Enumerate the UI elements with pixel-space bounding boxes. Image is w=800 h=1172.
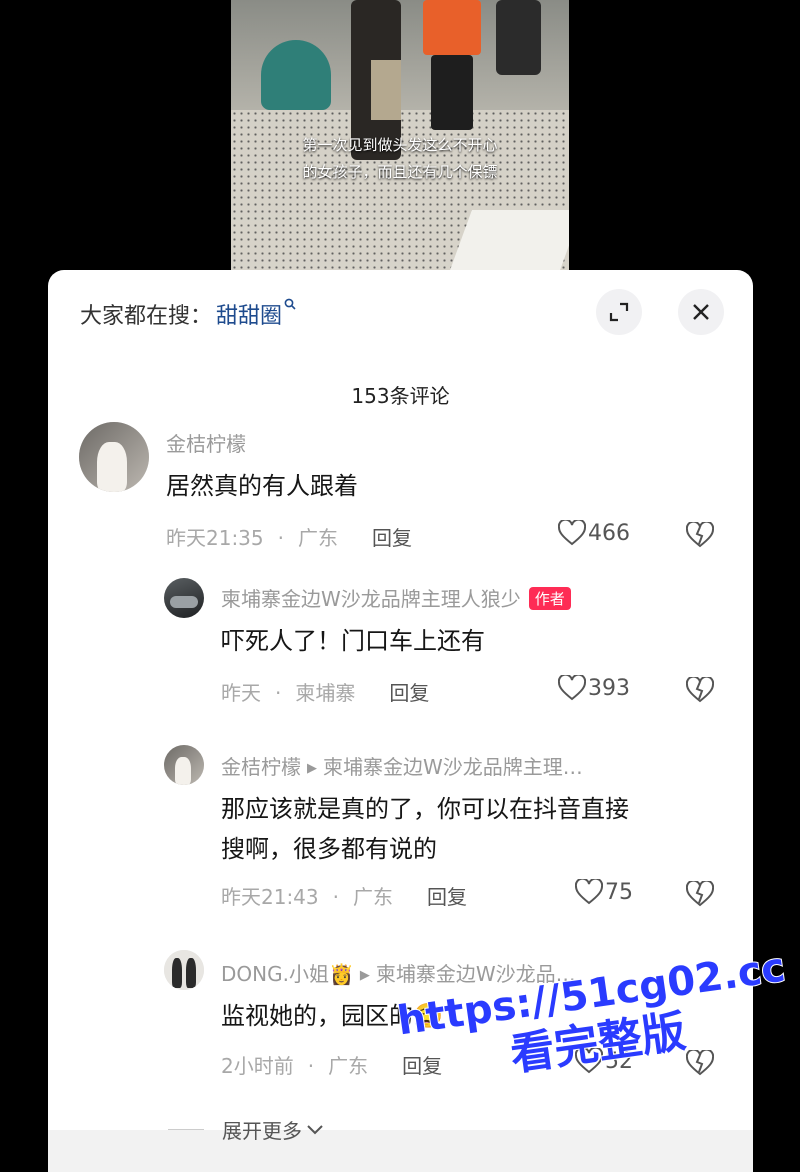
- reply-button[interactable]: 回复: [427, 885, 467, 909]
- comment-text: 吓死人了！门口车上还有: [221, 627, 485, 655]
- comment-time: 2小时前: [221, 1054, 294, 1078]
- author-name: DONG.小姐👸: [221, 962, 354, 986]
- dislike-button[interactable]: [685, 520, 715, 552]
- close-button[interactable]: [678, 289, 724, 335]
- search-icon: [284, 298, 296, 314]
- search-prefix: 大家都在搜：: [80, 304, 213, 329]
- heart-icon: [575, 879, 603, 905]
- comment-text-line: 那应该就是真的了，你可以在抖音直接: [221, 795, 629, 823]
- video-chair: [261, 40, 331, 110]
- comment-time: 昨天21:43: [221, 885, 319, 909]
- video-player[interactable]: 第一次见到做头发这么不开心 的女孩子，而且还有几个保镖: [231, 0, 569, 275]
- broken-heart-icon: [685, 520, 715, 548]
- video-person-vest: [423, 0, 481, 55]
- heart-icon: [558, 520, 586, 546]
- like-button[interactable]: 75: [575, 879, 633, 905]
- comment-meta: 昨天 · 柬埔寨 回复: [221, 681, 430, 705]
- comment-text: 那应该就是真的了，你可以在抖音直接 搜啊，很多都有说的: [221, 789, 629, 869]
- avatar[interactable]: [164, 578, 204, 618]
- reply-item: 柬埔寨金边W沙龙品牌主理人狼少 作者 吓死人了！门口车上还有 昨天 · 柬埔寨 回复 3…: [48, 575, 753, 715]
- comment-text-line: 搜啊，很多都有说的: [221, 835, 437, 863]
- search-suggestion[interactable]: 大家都在搜： 甜甜圈: [80, 296, 296, 332]
- like-count: 393: [588, 675, 630, 701]
- heart-icon: [558, 675, 586, 701]
- dislike-button[interactable]: [685, 675, 715, 707]
- broken-heart-icon: [685, 879, 715, 907]
- comment-location: 广东: [298, 526, 338, 550]
- comment-author[interactable]: 金桔柠檬 ▶ 柬埔寨金边W沙龙品牌主理…: [221, 751, 583, 780]
- broken-heart-icon: [685, 675, 715, 703]
- reply-to-name: 柬埔寨金边W沙龙品牌主理…: [323, 755, 583, 779]
- expand-more-button[interactable]: 展开更多: [168, 1115, 324, 1144]
- avatar[interactable]: [164, 745, 204, 785]
- dislike-button[interactable]: [685, 879, 715, 911]
- reply-item: 金桔柠檬 ▶ 柬埔寨金边W沙龙品牌主理… 那应该就是真的了，你可以在抖音直接 搜啊，…: [48, 743, 753, 923]
- avatar[interactable]: [164, 950, 204, 990]
- comment-location: 广东: [328, 1054, 369, 1078]
- comment-meta: 昨天21:43 · 广东 回复: [221, 885, 467, 909]
- comment-author[interactable]: 金桔柠檬: [166, 428, 246, 457]
- comment-text: 居然真的有人跟着: [166, 472, 358, 500]
- author-name: 柬埔寨金边W沙龙品牌主理人狼少: [221, 587, 521, 611]
- play-arrow-icon: ▶: [359, 968, 370, 983]
- expand-icon: [609, 302, 629, 322]
- like-button[interactable]: 393: [558, 675, 630, 701]
- chevron-down-icon: [307, 1124, 323, 1134]
- close-icon: [693, 304, 709, 320]
- comment-location: 柬埔寨: [295, 681, 356, 705]
- comment-item: 金桔柠檬 居然真的有人跟着 昨天21:35 · 广东 回复 466: [48, 420, 753, 560]
- caption-line: 的女孩子，而且还有几个保镖: [302, 163, 498, 181]
- video-caption: 第一次见到做头发这么不开心 的女孩子，而且还有几个保镖: [231, 132, 569, 186]
- expand-more-label: 展开更多: [222, 1119, 302, 1143]
- video-person: [431, 55, 473, 130]
- reply-button[interactable]: 回复: [389, 681, 429, 705]
- play-arrow-icon: ▶: [307, 761, 317, 776]
- author-badge: 作者: [528, 587, 571, 610]
- video-person: [496, 0, 541, 75]
- comments-count: 153条评论: [351, 384, 450, 408]
- video-paper: [450, 210, 569, 270]
- comment-author[interactable]: 柬埔寨金边W沙龙品牌主理人狼少 作者: [221, 583, 571, 612]
- caption-line: 第一次见到做头发这么不开心: [302, 136, 498, 154]
- expand-button[interactable]: [596, 289, 642, 335]
- divider: [168, 1129, 204, 1130]
- search-term-link[interactable]: 甜甜圈: [216, 298, 282, 330]
- comment-time: 昨天: [221, 681, 261, 705]
- like-count: 466: [588, 520, 630, 546]
- comment-location: 广东: [353, 885, 393, 909]
- avatar[interactable]: [79, 422, 149, 492]
- video-person-legs: [371, 60, 401, 120]
- author-name: 金桔柠檬: [221, 755, 301, 779]
- comment-input-area[interactable]: [48, 1130, 753, 1172]
- like-count: 75: [605, 879, 633, 905]
- comment-meta: 昨天21:35 · 广东 回复: [166, 526, 412, 550]
- reply-button[interactable]: 回复: [372, 526, 412, 550]
- like-button[interactable]: 466: [558, 520, 630, 546]
- comment-time: 昨天21:35: [166, 526, 264, 550]
